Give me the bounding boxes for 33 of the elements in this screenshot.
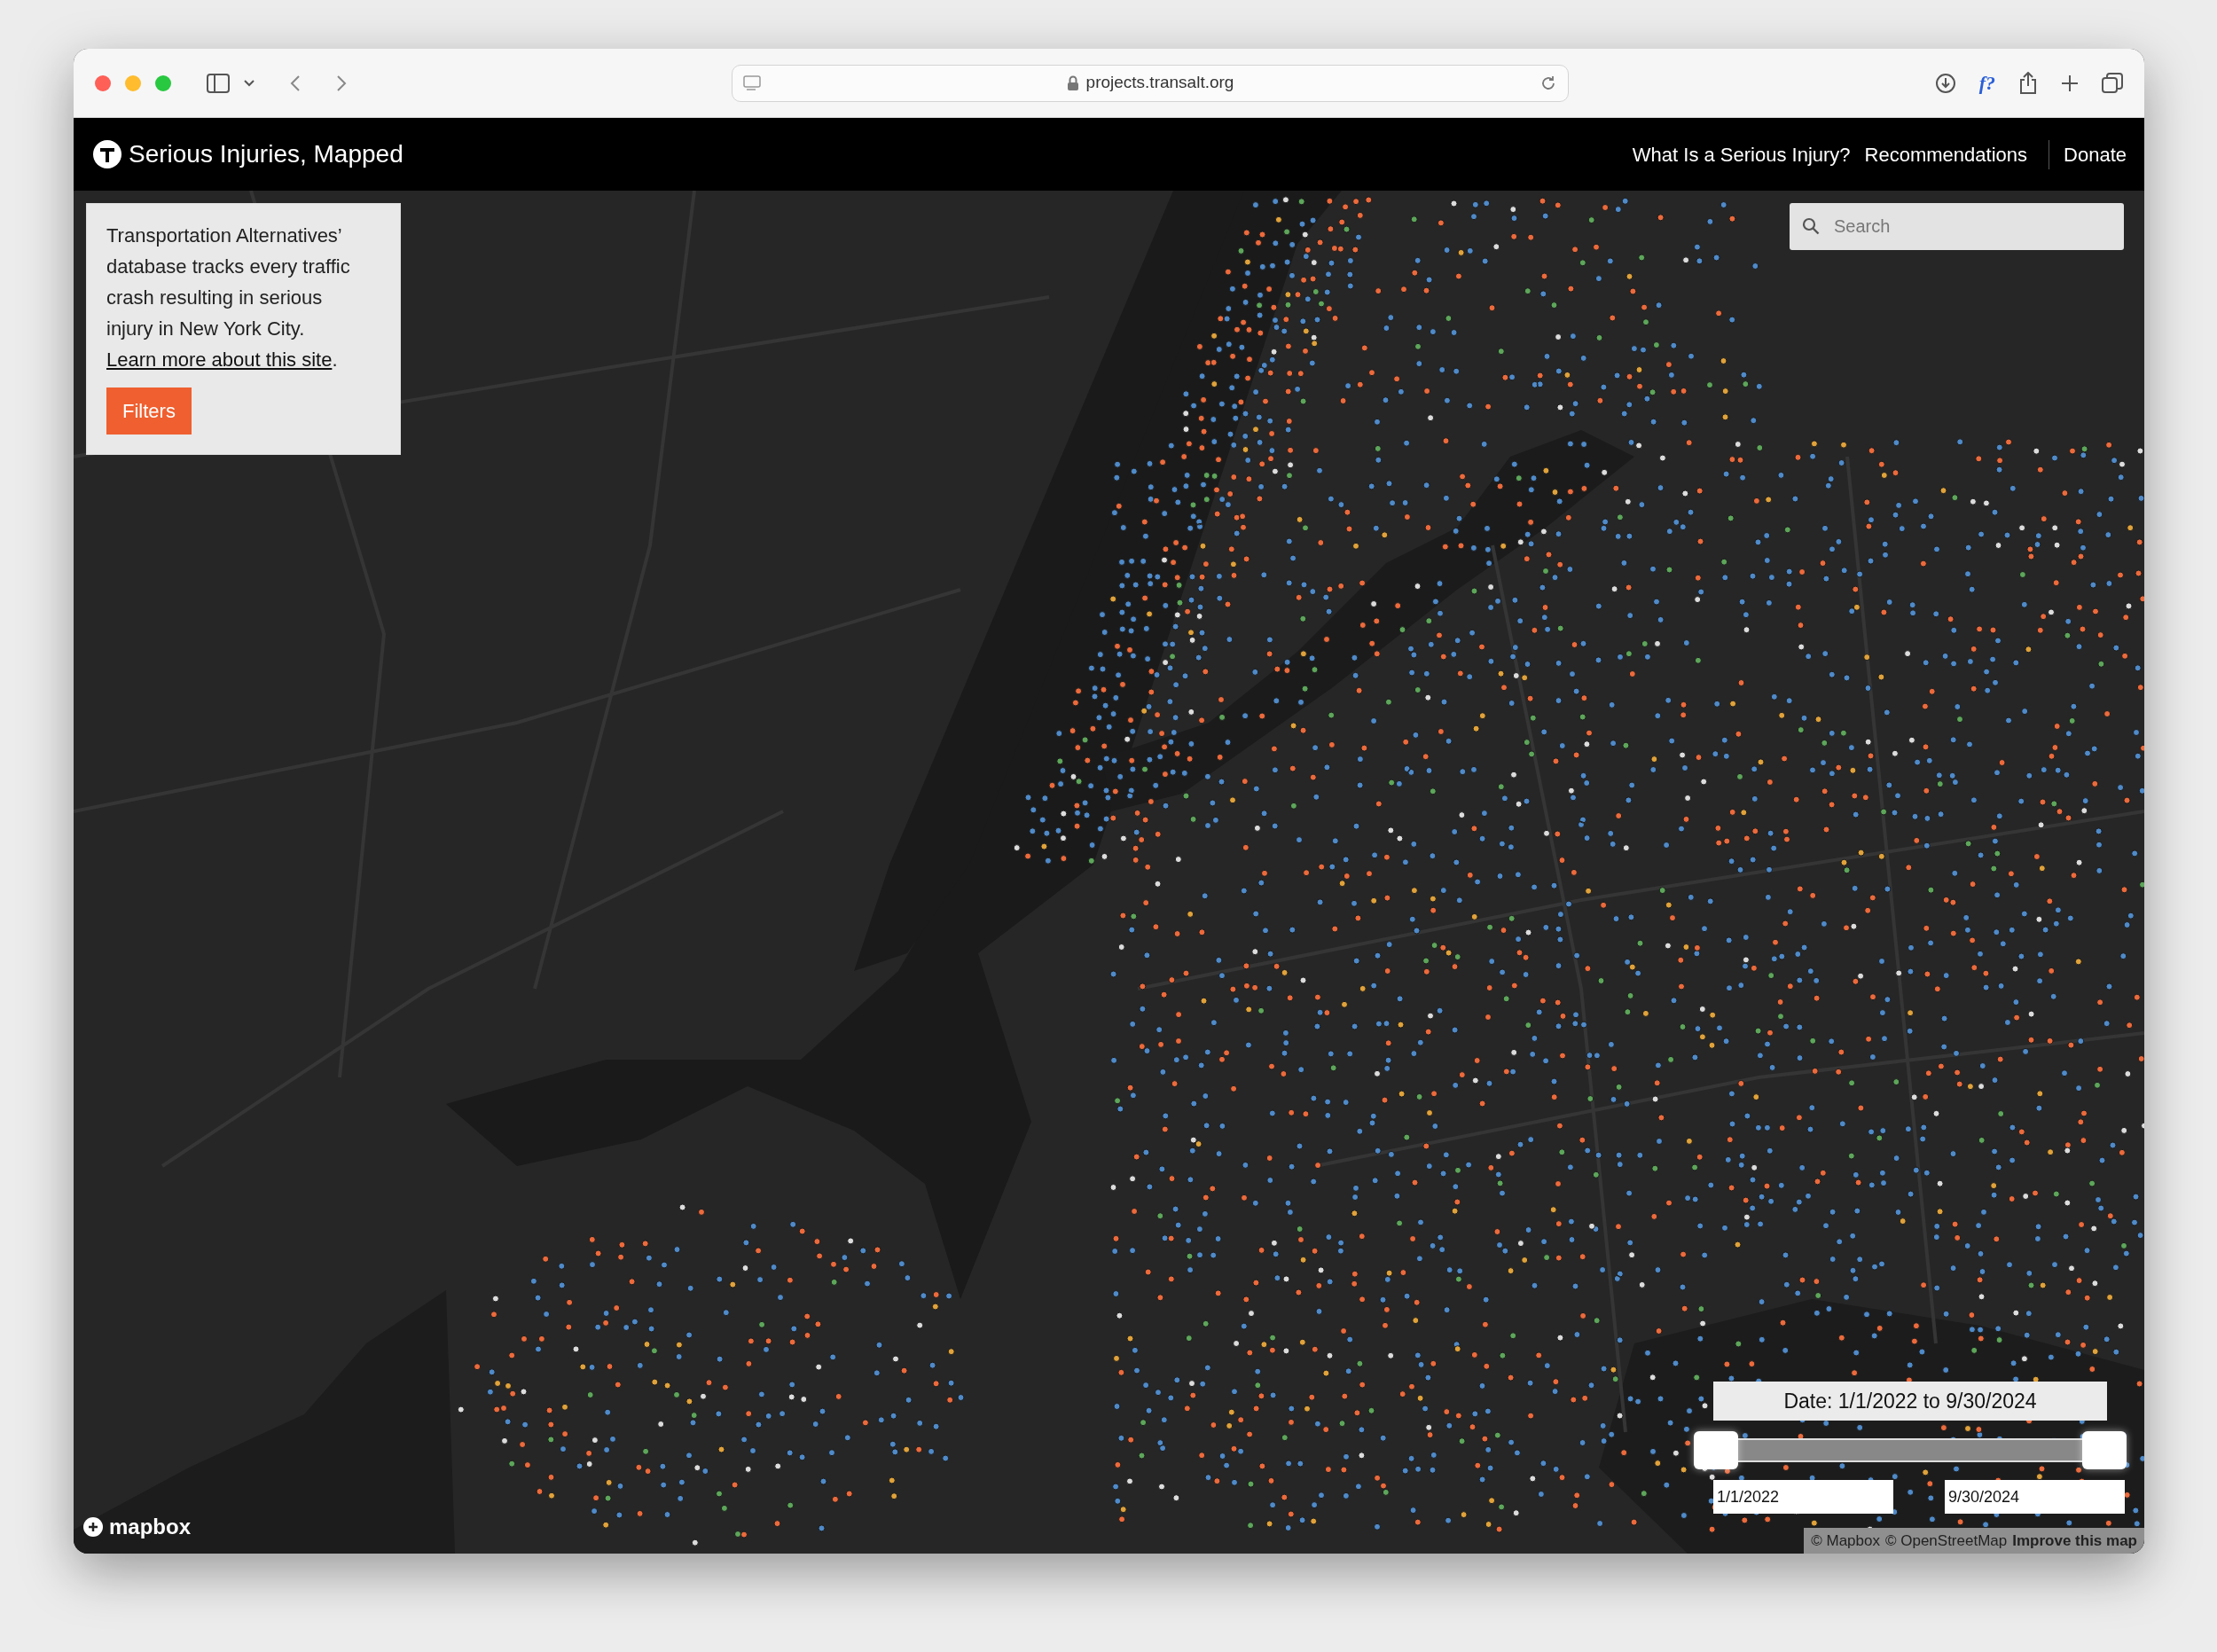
- new-tab-icon[interactable]: [2061, 74, 2079, 92]
- end-date-field[interactable]: 9/30/2024: [1945, 1480, 2125, 1514]
- attribution-link[interactable]: © OpenStreetMap: [1884, 1529, 2008, 1552]
- tabs-overview-icon[interactable]: [2102, 72, 2123, 94]
- page-icon: [743, 74, 761, 91]
- logo-icon[interactable]: [93, 140, 121, 168]
- share-icon[interactable]: [2018, 71, 2038, 95]
- close-window-button[interactable]: [95, 74, 111, 91]
- slider-handle[interactable]: [1694, 1431, 1738, 1469]
- sidebar-icon[interactable]: [207, 73, 230, 93]
- forward-icon[interactable]: [336, 74, 347, 92]
- logo-text: mapbox: [109, 1514, 191, 1540]
- extension-button[interactable]: f?: [1978, 68, 1995, 98]
- address-bar[interactable]: projects.transalt.org: [732, 64, 1569, 102]
- date-range-label: Date: 1/1/2022 to 9/30/2024: [1713, 1382, 2107, 1421]
- caret-icon[interactable]: [244, 79, 255, 87]
- learn-more-link[interactable]: Learn more about this site: [106, 348, 333, 371]
- slider-handle[interactable]: [2082, 1431, 2127, 1469]
- start-date-field[interactable]: 1/1/2022: [1713, 1480, 1893, 1514]
- reload-icon[interactable]: [1539, 74, 1557, 92]
- mapbox-logo-icon: [82, 1516, 104, 1538]
- back-icon[interactable]: [290, 74, 301, 92]
- nav-link[interactable]: What Is a Serious Injury?: [1632, 139, 1851, 169]
- attribution-link[interactable]: Improve this map: [2012, 1529, 2137, 1552]
- lock-icon: [1066, 74, 1079, 91]
- url-text: projects.transalt.org: [1085, 72, 1234, 94]
- info-text: Transportation Alternatives’ database tracks every traffic crash resulting in serious injury in New York City. Learn more about this site.: [106, 223, 351, 372]
- search-field[interactable]: Search: [1790, 203, 2124, 250]
- nav-link[interactable]: Recommendations: [1864, 139, 2028, 169]
- site-title[interactable]: Serious Injuries, Mapped: [129, 136, 403, 173]
- download-icon[interactable]: [1934, 72, 1956, 94]
- attribution-link[interactable]: © Mapbox: [1811, 1529, 1880, 1552]
- nav-link[interactable]: Donate: [2049, 139, 2127, 169]
